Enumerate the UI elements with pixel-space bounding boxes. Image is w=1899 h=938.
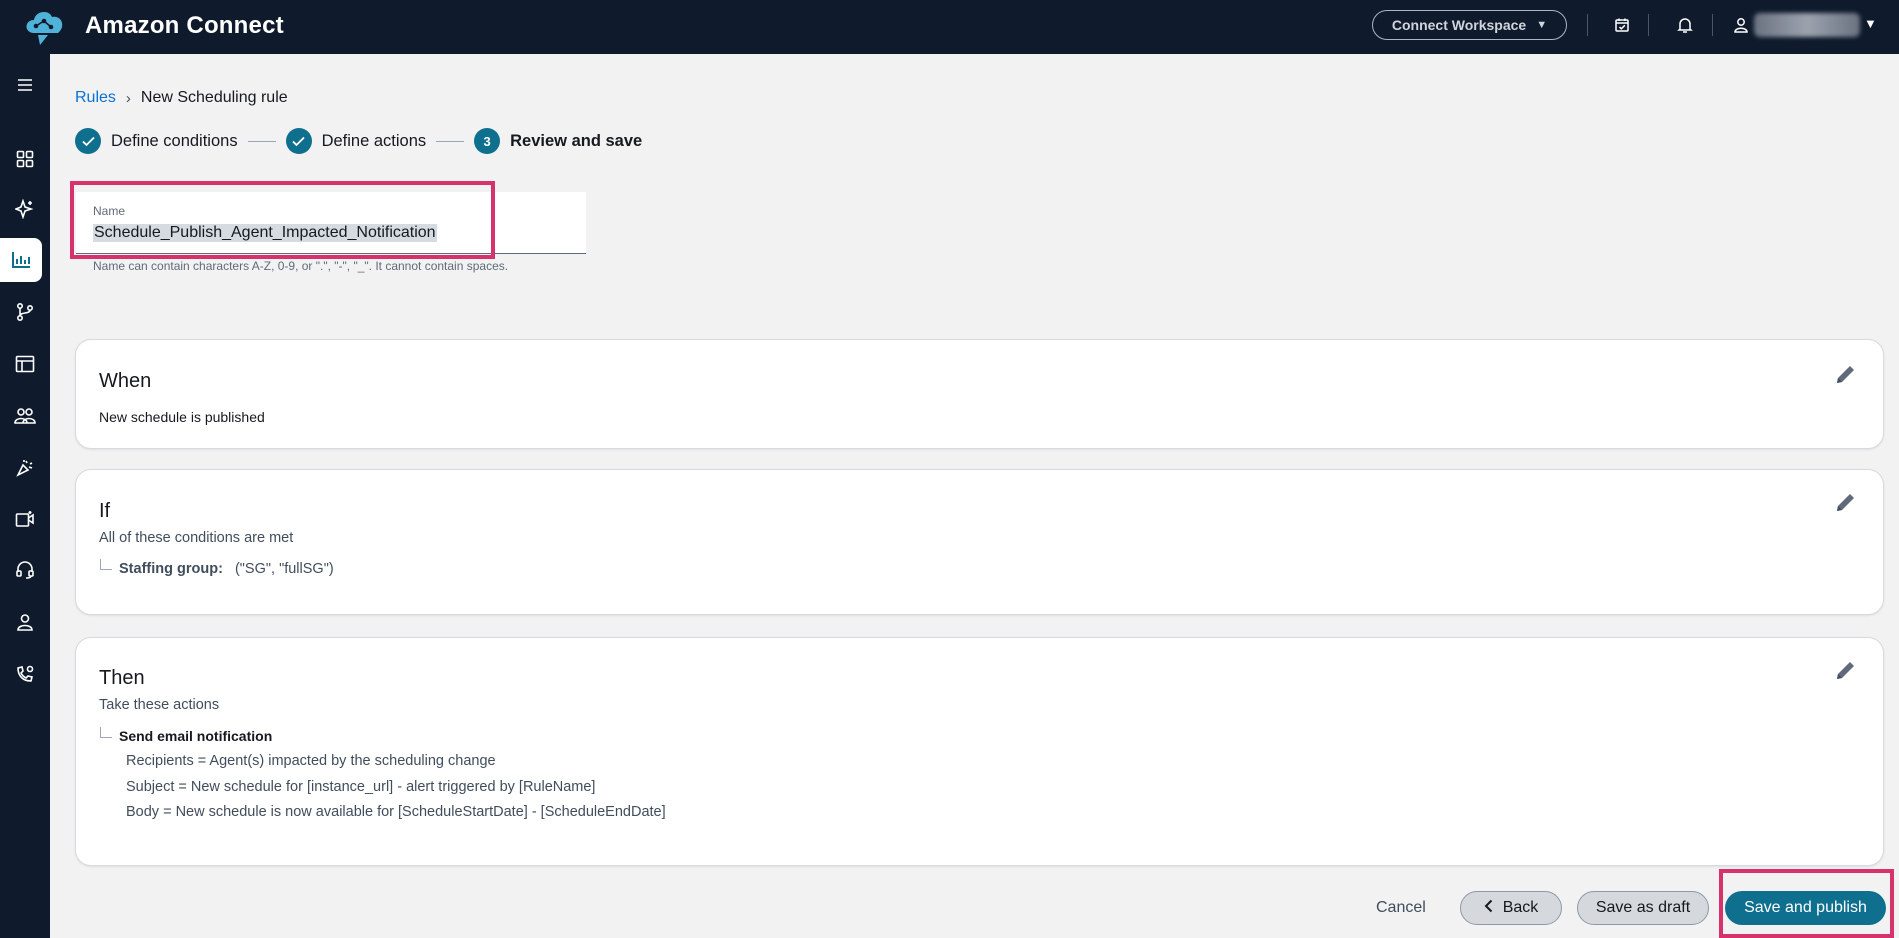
channels-icon[interactable] bbox=[0, 497, 50, 541]
topbar-divider bbox=[1712, 14, 1713, 36]
chevron-left-icon bbox=[1484, 899, 1493, 918]
save-as-draft-label: Save as draft bbox=[1595, 899, 1691, 916]
edit-pencil-icon[interactable] bbox=[1831, 359, 1861, 389]
then-subtitle: Take these actions bbox=[99, 697, 220, 713]
back-button[interactable]: Back bbox=[1460, 891, 1562, 925]
topbar-divider bbox=[1648, 14, 1649, 36]
step-connector bbox=[436, 140, 465, 142]
edit-pencil-icon[interactable] bbox=[1831, 487, 1861, 517]
caret-down-icon: ▼ bbox=[1536, 19, 1548, 31]
when-text: New schedule is published bbox=[99, 409, 265, 425]
if-subtitle: All of these conditions are met bbox=[99, 530, 294, 546]
phone-settings-icon[interactable] bbox=[0, 652, 50, 696]
sparkle-icon[interactable] bbox=[0, 187, 50, 231]
when-title: When bbox=[99, 370, 152, 392]
wizard-stepper: Define conditions Define actions 3 Revie… bbox=[75, 128, 642, 154]
tree-connector bbox=[100, 727, 112, 738]
action-detail-recipients: Recipients = Agent(s) impacted by the sc… bbox=[126, 753, 496, 769]
action-detail-body: Body = New schedule is now available for… bbox=[126, 804, 666, 820]
routing-branch-icon[interactable] bbox=[0, 290, 50, 334]
dashboard-grid-icon[interactable] bbox=[0, 137, 50, 181]
action-detail-subject: Subject = New schedule for [instance_url… bbox=[126, 779, 596, 795]
app-title: Amazon Connect bbox=[85, 12, 284, 39]
connect-workspace-button[interactable]: Connect Workspace ▼ bbox=[1372, 10, 1567, 40]
step-define-conditions[interactable]: Define conditions bbox=[75, 128, 238, 154]
name-field-hint: Name can contain characters A-Z, 0-9, or… bbox=[93, 259, 509, 273]
highlight-box-publish bbox=[1719, 869, 1894, 938]
side-navigation bbox=[0, 54, 50, 938]
back-button-label: Back bbox=[1502, 899, 1539, 916]
step-label: Review and save bbox=[510, 131, 643, 150]
check-icon bbox=[75, 128, 101, 154]
campaign-icon[interactable] bbox=[0, 446, 50, 490]
save-as-draft-button[interactable]: Save as draft bbox=[1577, 891, 1709, 925]
user-icon[interactable] bbox=[1730, 14, 1752, 36]
menu-icon[interactable] bbox=[0, 63, 50, 107]
condition-row: Staffing group: ("SG", "fullSG") bbox=[119, 561, 334, 577]
analytics-chart-icon[interactable] bbox=[0, 238, 42, 282]
when-card: When New schedule is published bbox=[75, 339, 1884, 449]
highlight-box-name bbox=[70, 181, 495, 259]
action-name: Send email notification bbox=[119, 728, 273, 744]
check-icon bbox=[285, 128, 312, 154]
connect-workspace-label: Connect Workspace bbox=[1391, 17, 1527, 33]
step-define-actions[interactable]: Define actions bbox=[285, 128, 427, 154]
edit-pencil-icon[interactable] bbox=[1831, 655, 1861, 685]
step-review-and-save: 3 Review and save bbox=[474, 128, 642, 154]
step-connector bbox=[247, 140, 276, 142]
if-title: If bbox=[99, 500, 111, 522]
chevron-right-icon: › bbox=[125, 89, 131, 107]
cancel-button[interactable]: Cancel bbox=[1376, 899, 1426, 917]
users-icon[interactable] bbox=[0, 394, 50, 438]
calendar-check-icon[interactable] bbox=[1611, 14, 1633, 36]
breadcrumb-rules-link[interactable]: Rules bbox=[75, 89, 116, 107]
then-title: Then bbox=[99, 667, 145, 689]
user-icon[interactable] bbox=[0, 600, 50, 644]
if-card: If All of these conditions are met Staff… bbox=[75, 469, 1884, 615]
breadcrumb: Rules › New Scheduling rule bbox=[75, 89, 288, 107]
breadcrumb-current: New Scheduling rule bbox=[140, 89, 288, 106]
layout-table-icon[interactable] bbox=[0, 342, 50, 386]
amazon-connect-logo-icon[interactable] bbox=[20, 3, 72, 47]
top-bar: Amazon Connect Connect Workspace ▼ ▼ bbox=[0, 0, 1899, 54]
condition-label: Staffing group: bbox=[119, 561, 223, 577]
user-name-blurred[interactable] bbox=[1754, 13, 1860, 37]
topbar-divider bbox=[1587, 14, 1588, 36]
then-card: Then Take these actions Send email notif… bbox=[75, 637, 1884, 866]
tree-connector bbox=[100, 559, 112, 570]
step-number: 3 bbox=[474, 128, 501, 154]
step-label: Define conditions bbox=[111, 131, 238, 150]
condition-value: ("SG", "fullSG") bbox=[234, 561, 334, 577]
step-label: Define actions bbox=[321, 131, 427, 150]
bell-icon[interactable] bbox=[1674, 14, 1696, 36]
caret-down-icon[interactable]: ▼ bbox=[1864, 16, 1877, 31]
headset-icon[interactable] bbox=[0, 548, 50, 592]
action-label: Send email notification bbox=[119, 728, 272, 744]
